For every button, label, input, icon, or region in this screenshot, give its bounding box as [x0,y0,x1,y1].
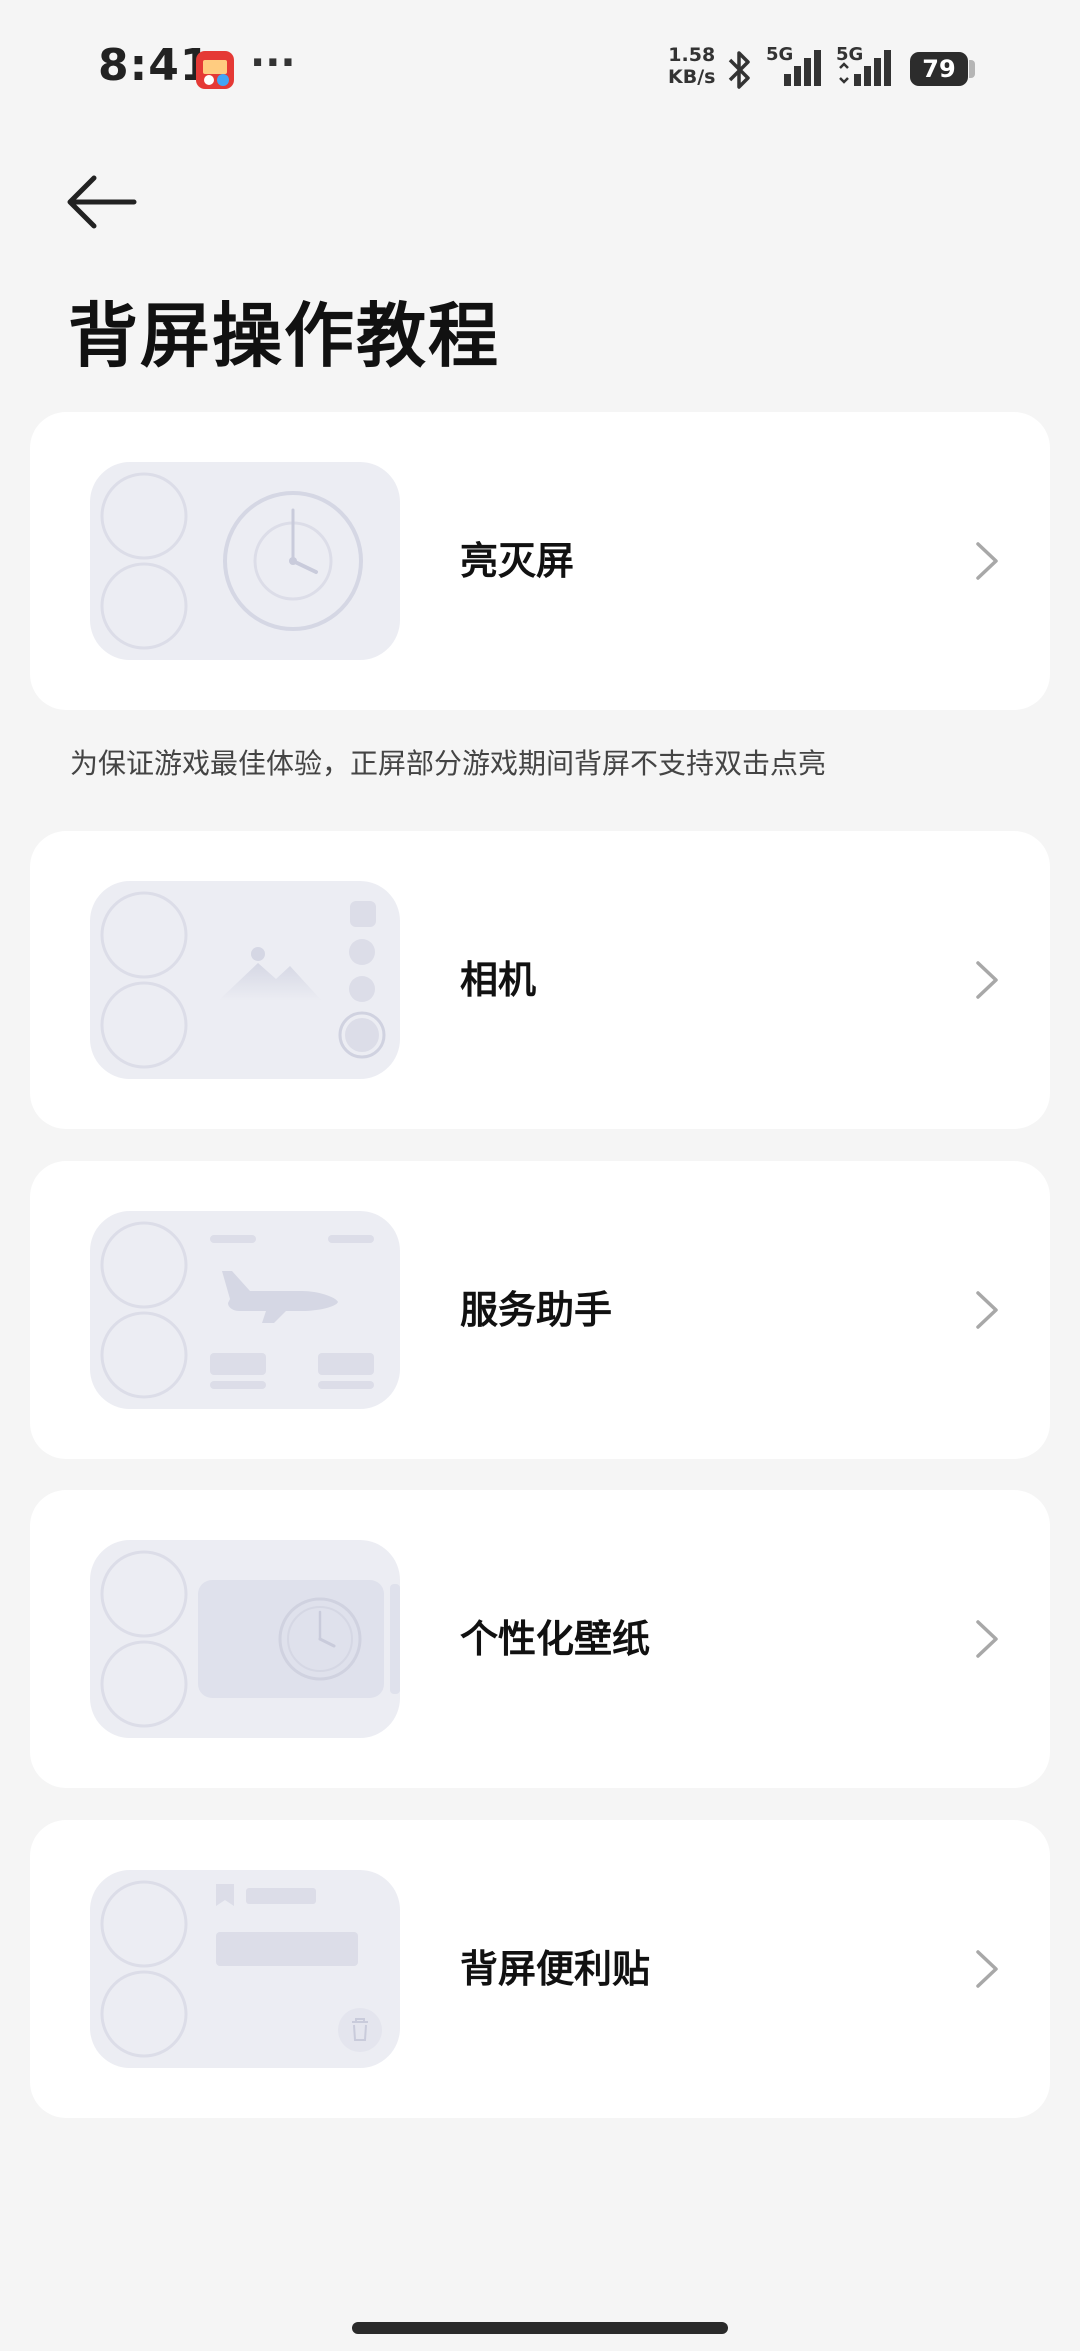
tutorial-card-service-assistant[interactable]: 服务助手 [30,1161,1050,1459]
home-indicator[interactable] [352,2322,728,2334]
card-label: 相机 [460,958,537,1002]
chevron-right-icon [976,542,998,580]
back-arrow-icon [67,175,137,229]
battery-icon: 79 [910,52,968,86]
battery-tip [969,60,975,78]
tutorial-card-camera[interactable]: 相机 [30,831,1050,1129]
chevron-right-icon [976,1291,998,1329]
network-speed-unit: KB/s [668,66,716,88]
card-label: 个性化壁纸 [460,1617,651,1661]
status-bar: 8:41 ··· 1.58 KB/s 5G 5G 79 [0,0,1080,140]
hint-text: 为保证游戏最佳体验，正屏部分游戏期间背屏不支持双击点亮 [70,747,827,780]
chevron-right-icon [976,1950,998,1988]
card-label: 亮灭屏 [460,539,575,583]
back-button[interactable] [62,170,142,234]
sticky-note-thumbnail-icon [90,1870,400,2068]
page-title: 背屏操作教程 [68,295,500,377]
chevron-right-icon [976,1620,998,1658]
tutorial-card-screen-wake[interactable]: 亮灭屏 [30,412,1050,710]
card-label: 服务助手 [460,1288,613,1332]
flight-service-thumbnail-icon [90,1211,400,1409]
network-speed-value: 1.58 [668,44,716,66]
app-notification-icon [196,51,234,89]
chevron-right-icon [976,961,998,999]
signal-icon [784,50,821,86]
more-notifications-icon: ··· [250,40,296,86]
camera-thumbnail-icon [90,881,400,1079]
network-speed: 1.58 KB/s [668,44,715,88]
card-label: 背屏便利贴 [460,1947,651,1991]
bluetooth-icon [728,51,750,89]
signal-icon [839,50,891,86]
clock-thumbnail-icon [90,462,400,660]
tutorial-card-wallpaper[interactable]: 个性化壁纸 [30,1490,1050,1788]
tutorial-card-sticky-note[interactable]: 背屏便利贴 [30,1820,1050,2118]
wallpaper-thumbnail-icon [90,1540,400,1738]
